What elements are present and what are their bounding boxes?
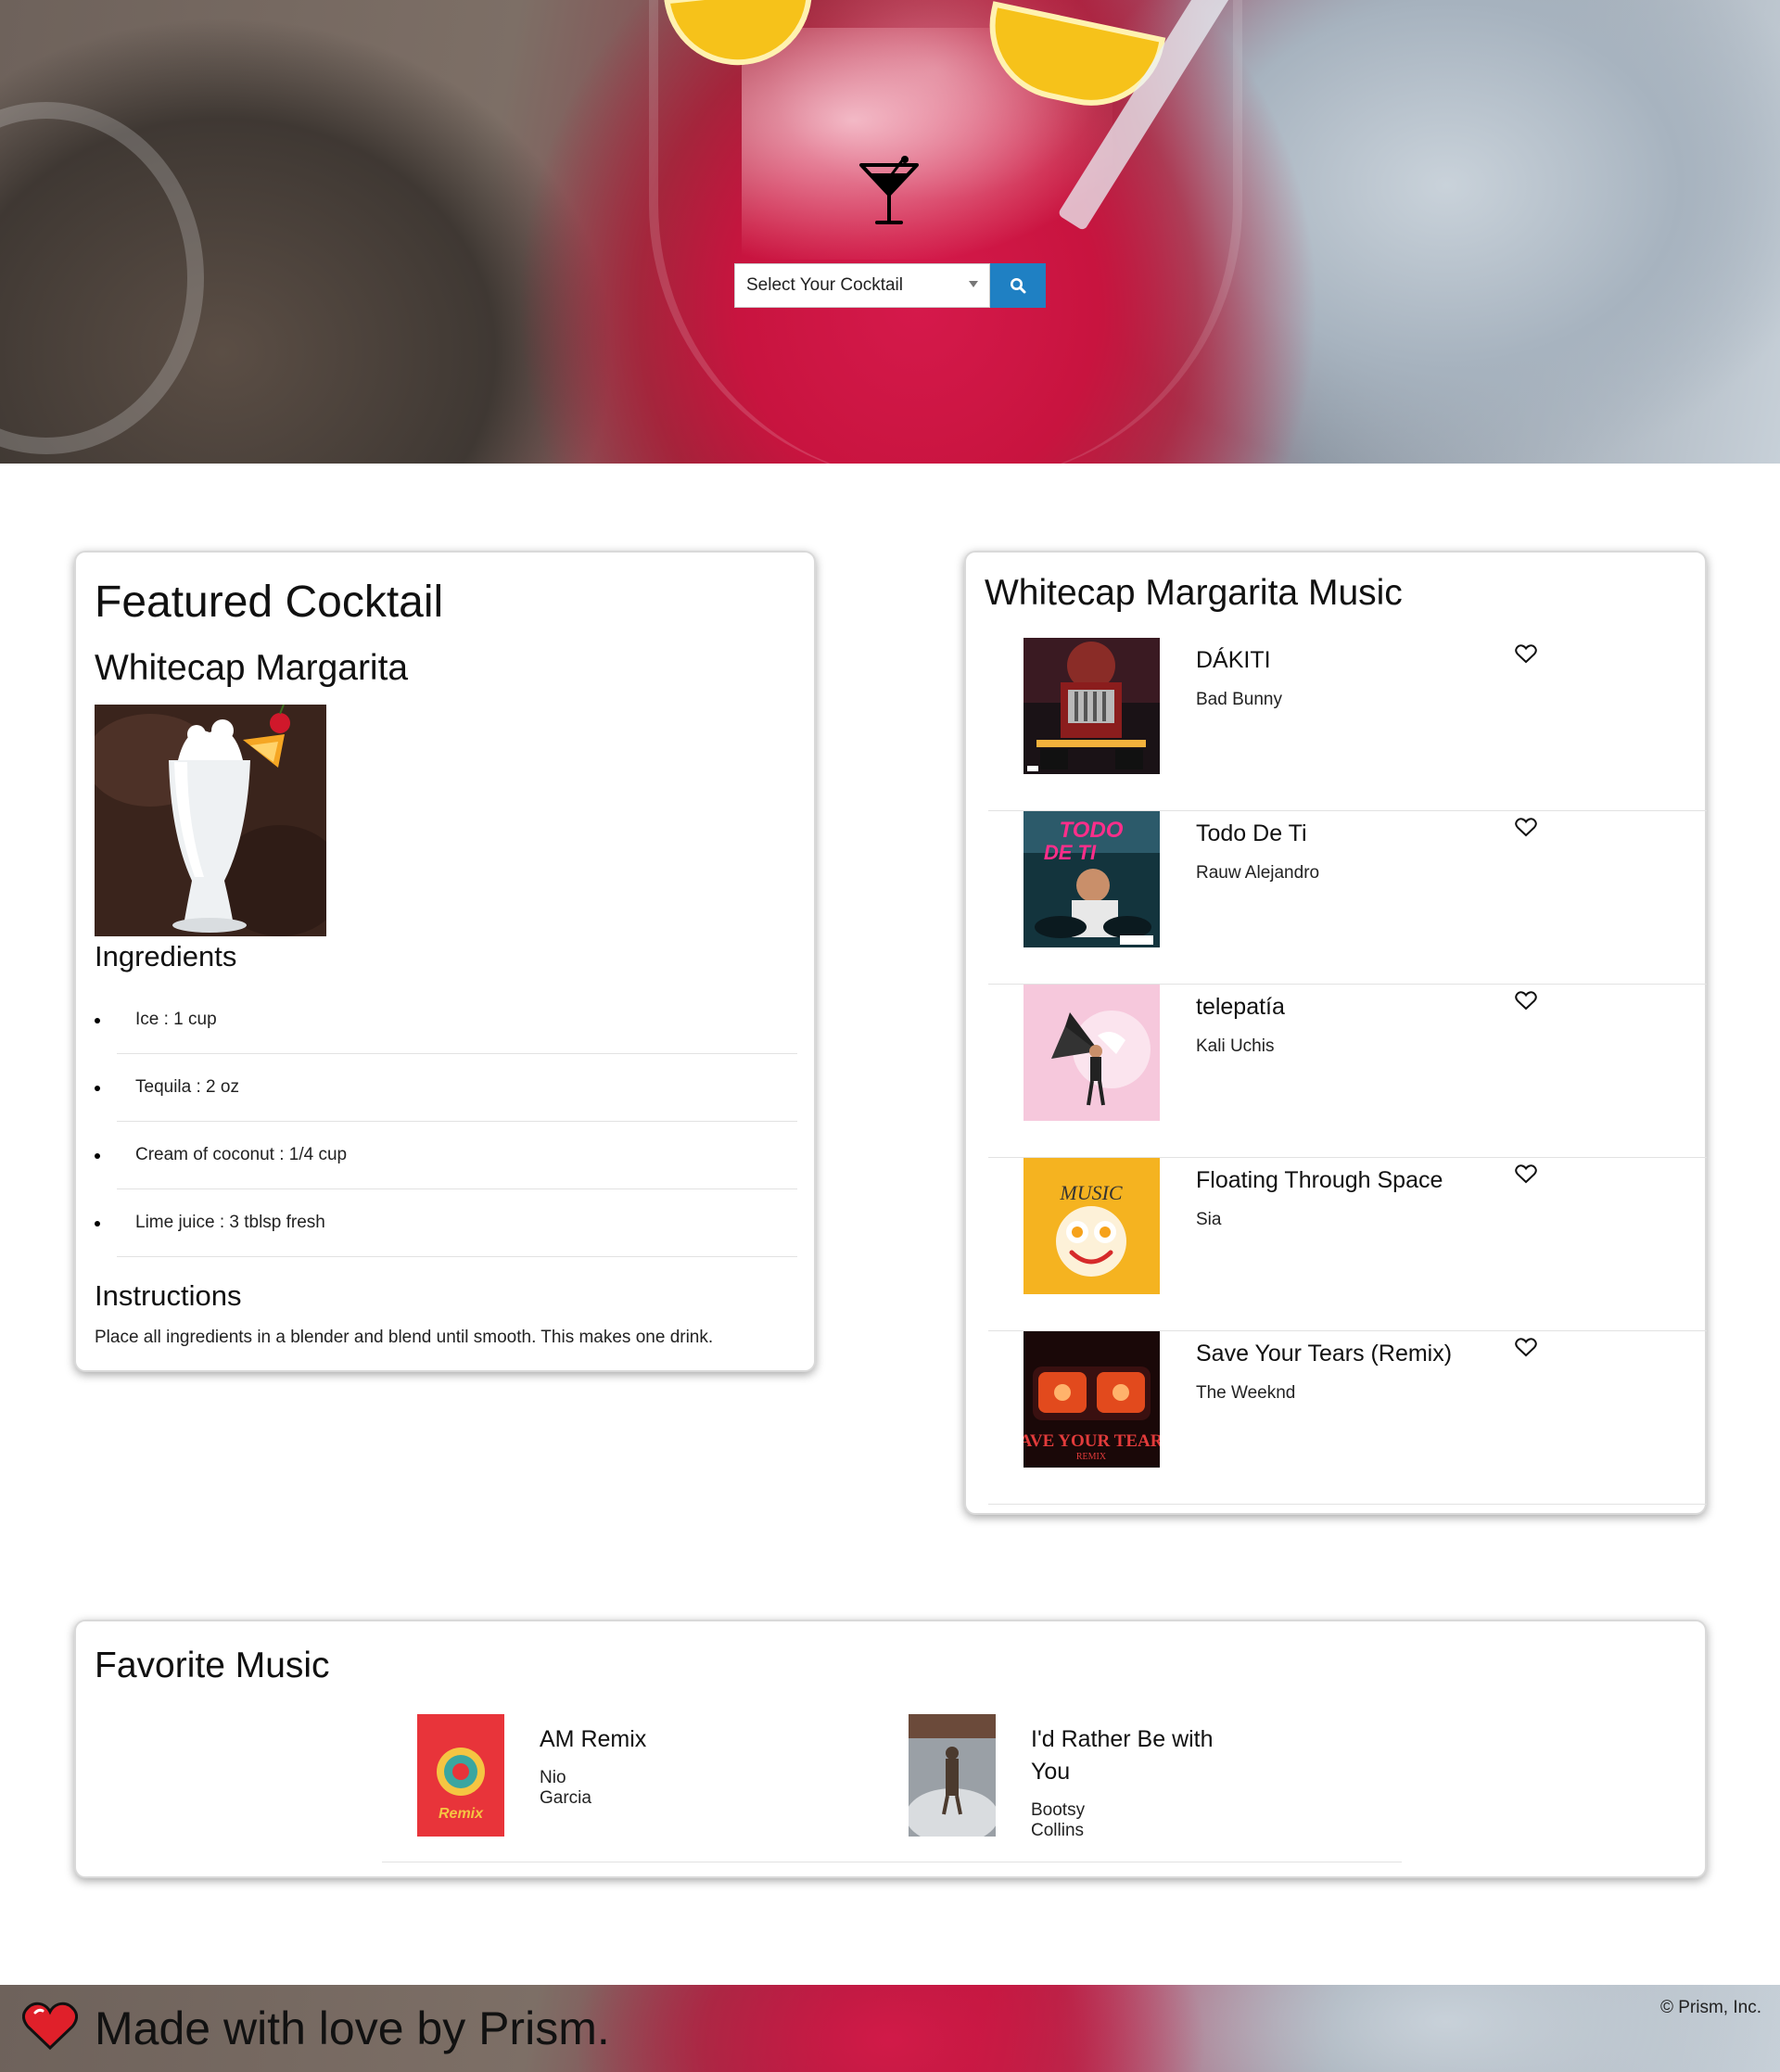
favorite-artist: Nio Garcia [540, 1768, 591, 1808]
track-item[interactable]: TODO DE TI Todo De Ti Rauw Alejandro [988, 811, 1707, 985]
track-artist: Bad Bunny [1196, 690, 1282, 709]
svg-text:Remix: Remix [439, 1806, 484, 1822]
svg-text:TODO: TODO [1060, 818, 1124, 843]
heart-outline-icon[interactable] [1515, 1337, 1537, 1357]
featured-cocktail-card: Featured Cocktail Whitecap Margarita Ing… [74, 551, 816, 1372]
hero-banner: Select Your Cocktail [0, 0, 1780, 464]
copyright-text: © Prism, Inc. [1659, 1998, 1761, 2017]
cocktail-select-value: Select Your Cocktail [746, 275, 903, 295]
track-item[interactable]: DÁKITI Bad Bunny [988, 638, 1707, 811]
cocktail-name: Whitecap Margarita [95, 648, 409, 688]
instructions-heading: Instructions [95, 1279, 242, 1312]
music-heading: Whitecap Margarita Music [985, 573, 1403, 613]
cocktail-image [95, 705, 326, 936]
track-artist: The Weeknd [1196, 1383, 1296, 1403]
album-art [909, 1714, 996, 1837]
track-title: Save Your Tears (Remix) [1196, 1341, 1453, 1367]
favorite-music-card: Favorite Music Remix AM Remix Nio Garcia [74, 1620, 1707, 1878]
ingredient-item: Ice : 1 cup [95, 986, 797, 1054]
search-icon [1011, 278, 1026, 294]
heart-outline-icon[interactable] [1515, 1163, 1537, 1184]
martini-glass-icon [859, 156, 919, 224]
instructions-text: Place all ingredients in a blender and b… [95, 1328, 714, 1347]
album-art [1024, 985, 1160, 1121]
heart-outline-icon[interactable] [1515, 990, 1537, 1011]
track-artist: Rauw Alejandro [1196, 863, 1320, 883]
chevron-down-icon [969, 281, 978, 287]
track-artist: Kali Uchis [1196, 1036, 1275, 1056]
featured-heading: Featured Cocktail [95, 578, 444, 627]
favorite-artist: Bootsy Collins [1031, 1800, 1086, 1840]
track-artist: Sia [1196, 1210, 1222, 1229]
favorite-list: Remix AM Remix Nio Garcia I'd Rather Be … [382, 1714, 1402, 1862]
ingredient-item: Tequila : 2 oz [95, 1054, 797, 1122]
ingredient-item: Lime juice : 3 tblsp fresh [95, 1189, 797, 1257]
ingredient-item: Cream of coconut : 1/4 cup [95, 1122, 797, 1189]
album-art [1024, 638, 1160, 774]
search-button[interactable] [990, 263, 1046, 308]
cocktail-select[interactable]: Select Your Cocktail [734, 263, 990, 308]
hero-glass-decoration [0, 102, 204, 454]
album-art: SAVE YOUR TEARS REMIX [1024, 1331, 1160, 1468]
heart-outline-icon[interactable] [1515, 643, 1537, 664]
svg-text:DE TI: DE TI [1044, 841, 1097, 864]
heart-outline-icon[interactable] [1515, 817, 1537, 837]
album-art: MUSIC [1024, 1158, 1160, 1294]
made-with-love-text: Made with love by Prism. [95, 2002, 610, 2054]
cocktail-music-card: Whitecap Margarita Music DÁKITI Bad Bunn… [964, 551, 1707, 1515]
track-title: DÁKITI [1196, 647, 1271, 673]
track-item[interactable]: MUSIC Floating Through Space Sia [988, 1158, 1707, 1331]
track-title: Floating Through Space [1196, 1167, 1443, 1193]
track-title: telepatía [1196, 994, 1285, 1020]
track-list: DÁKITI Bad Bunny TODO DE TI Todo De Ti R… [988, 638, 1707, 1505]
track-item[interactable]: telepatía Kali Uchis [988, 985, 1707, 1158]
svg-text:SAVE YOUR TEARS: SAVE YOUR TEARS [1024, 1431, 1160, 1451]
favorite-title: AM Remix [540, 1726, 647, 1752]
track-item[interactable]: SAVE YOUR TEARS REMIX Save Your Tears (R… [988, 1331, 1707, 1505]
footer: Made with love by Prism. © Prism, Inc. [0, 1985, 1780, 2072]
heart-icon [22, 2002, 78, 2051]
svg-text:REMIX: REMIX [1076, 1452, 1107, 1462]
svg-text:MUSIC: MUSIC [1059, 1181, 1123, 1204]
ingredients-heading: Ingredients [95, 940, 237, 972]
ingredient-list: Ice : 1 cup Tequila : 2 oz Cream of coco… [95, 986, 797, 1257]
track-title: Todo De Ti [1196, 820, 1307, 846]
cocktail-search: Select Your Cocktail [734, 263, 1046, 308]
favorites-heading: Favorite Music [95, 1646, 330, 1685]
favorite-title: I'd Rather Be with You [1031, 1726, 1214, 1785]
album-art: TODO DE TI [1024, 811, 1160, 947]
album-art: Remix [417, 1714, 504, 1837]
